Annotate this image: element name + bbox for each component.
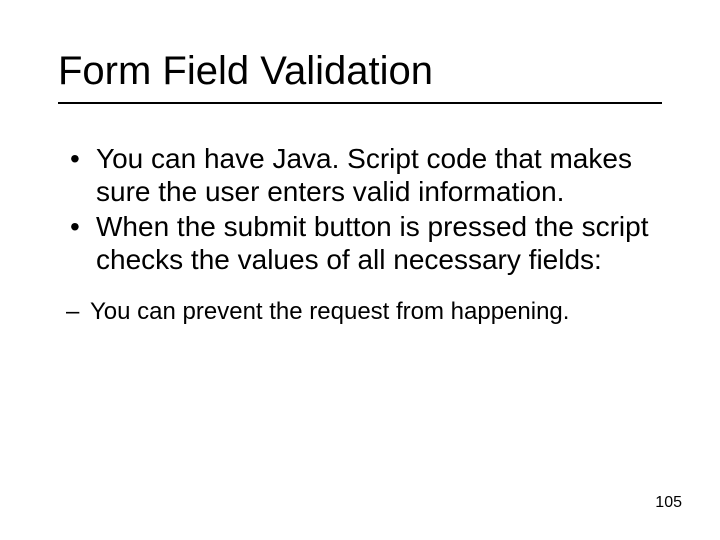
bullet-list: You can have Java. Script code that make… [58,142,662,276]
slide-body: You can have Java. Script code that make… [58,142,662,327]
sub-bullet-item: You can prevent the request from happeni… [90,298,662,327]
slide-title: Form Field Validation [58,48,662,94]
slide: Form Field Validation You can have Java.… [0,0,720,540]
sub-bullet-list: You can prevent the request from happeni… [58,298,662,327]
title-underline [58,102,662,104]
bullet-item: When the submit button is pressed the sc… [96,210,662,276]
bullet-item: You can have Java. Script code that make… [96,142,662,208]
page-number: 105 [655,494,682,512]
